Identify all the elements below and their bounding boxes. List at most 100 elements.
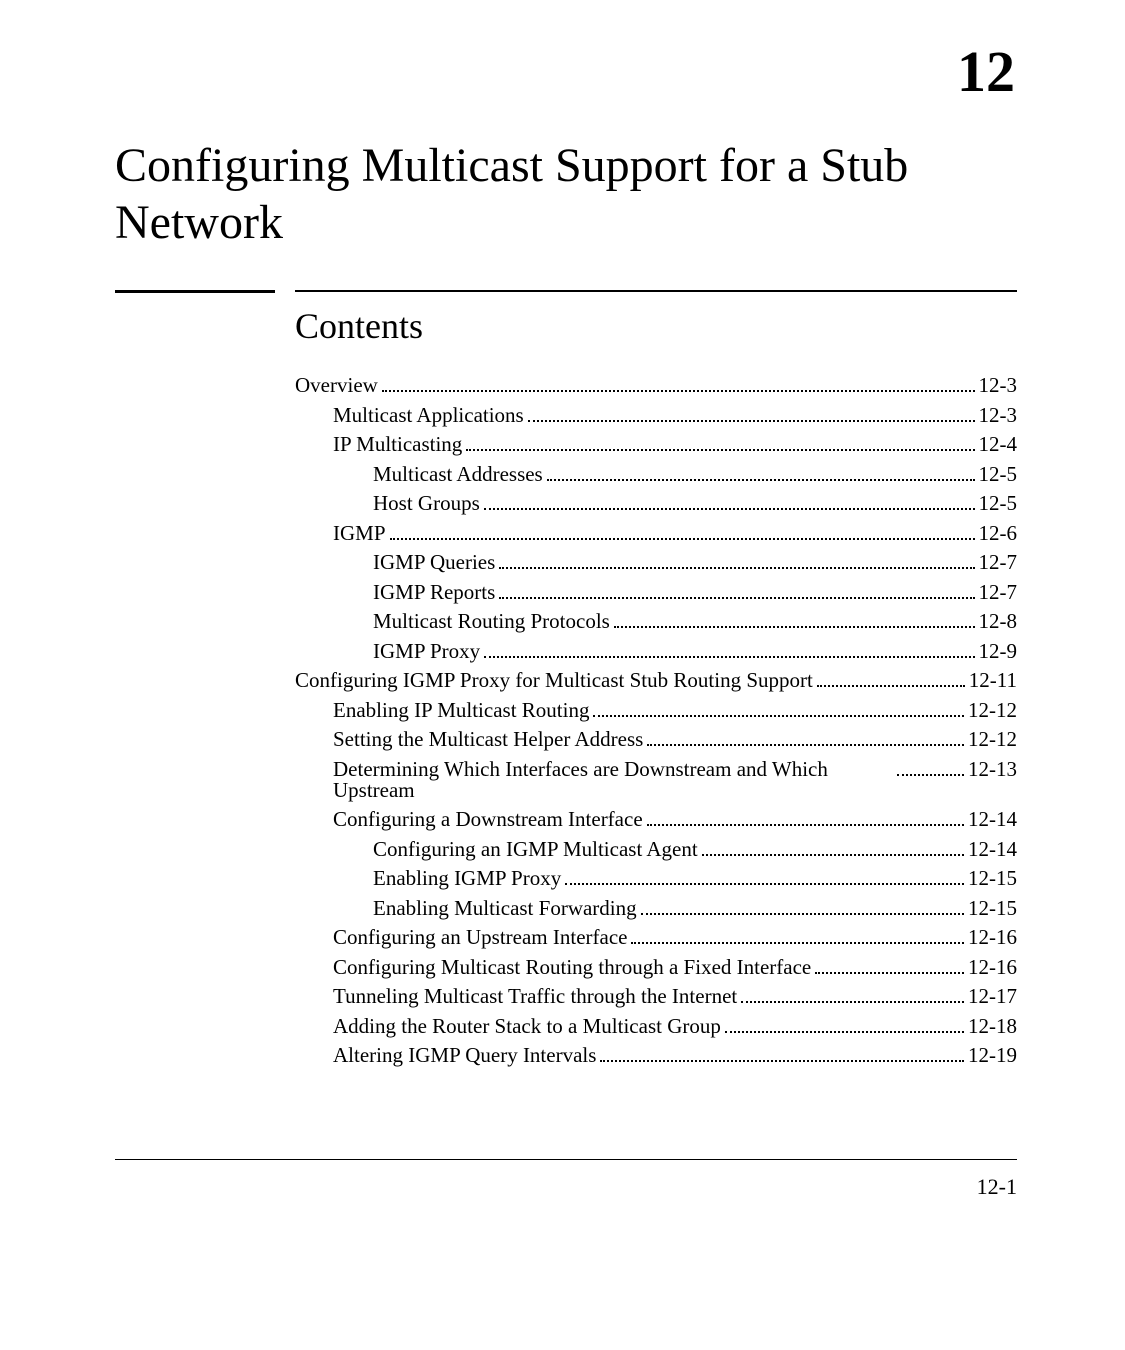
toc-leader-dots xyxy=(614,626,975,628)
toc-entry-page: 12-16 xyxy=(968,957,1017,978)
toc-entry-page: 12-17 xyxy=(968,986,1017,1007)
toc-leader-dots xyxy=(641,913,964,915)
toc-entry-label: Multicast Addresses xyxy=(373,464,543,485)
toc-entry: Enabling Multicast Forwarding 12-15 xyxy=(295,898,1017,919)
toc-entry: IGMP 12-6 xyxy=(295,523,1017,544)
chapter-title: Configuring Multicast Support for a Stub… xyxy=(115,138,1015,251)
toc-entry-label: IGMP Reports xyxy=(373,582,495,603)
toc-leader-dots xyxy=(631,942,964,944)
toc-entry: Multicast Addresses 12-5 xyxy=(295,464,1017,485)
toc-entry-label: Enabling IGMP Proxy xyxy=(373,868,561,889)
toc-entry-label: IGMP Queries xyxy=(373,552,495,573)
toc-leader-dots xyxy=(499,567,974,569)
toc-entry-label: Configuring IGMP Proxy for Multicast Stu… xyxy=(295,670,813,691)
toc-leader-dots xyxy=(897,774,964,776)
toc-entry: Configuring an IGMP Multicast Agent 12-14 xyxy=(295,839,1017,860)
toc-entry-page: 12-14 xyxy=(968,839,1017,860)
toc-entry-page: 12-11 xyxy=(969,670,1017,691)
toc-entry-page: 12-3 xyxy=(979,405,1018,426)
toc-entry-page: 12-12 xyxy=(968,729,1017,750)
footer-page-number: 12-1 xyxy=(977,1174,1017,1200)
toc-entry: Enabling IGMP Proxy 12-15 xyxy=(295,868,1017,889)
toc-entry-label: Determining Which Interfaces are Downstr… xyxy=(333,759,893,801)
toc-entry-page: 12-13 xyxy=(968,759,1017,780)
toc-leader-dots xyxy=(702,854,964,856)
toc-entry-page: 12-6 xyxy=(979,523,1018,544)
toc-entry-label: Altering IGMP Query Intervals xyxy=(333,1045,596,1066)
toc-entry: Multicast Applications 12-3 xyxy=(295,405,1017,426)
toc-leader-dots xyxy=(817,685,965,687)
toc-entry-page: 12-19 xyxy=(968,1045,1017,1066)
toc-leader-dots xyxy=(466,449,974,451)
toc-entry: Setting the Multicast Helper Address 12-1… xyxy=(295,729,1017,750)
toc-leader-dots xyxy=(390,538,975,540)
toc-entry-page: 12-18 xyxy=(968,1016,1017,1037)
toc-entry-label: Enabling Multicast Forwarding xyxy=(373,898,637,919)
toc-entry: Determining Which Interfaces are Downstr… xyxy=(295,759,1017,801)
toc-entry: IP Multicasting 12-4 xyxy=(295,434,1017,455)
toc-entry: Altering IGMP Query Intervals 12-19 xyxy=(295,1045,1017,1066)
toc-entry-label: Multicast Routing Protocols xyxy=(373,611,610,632)
toc-entry-page: 12-15 xyxy=(968,868,1017,889)
toc-entry-page: 12-8 xyxy=(979,611,1018,632)
toc-leader-dots xyxy=(382,390,975,392)
toc-entry-page: 12-9 xyxy=(979,641,1018,662)
toc-entry-page: 12-5 xyxy=(979,493,1018,514)
toc-entry: Tunneling Multicast Traffic through the … xyxy=(295,986,1017,1007)
toc-entry-label: Configuring an IGMP Multicast Agent xyxy=(373,839,698,860)
toc-entry-page: 12-4 xyxy=(979,434,1018,455)
toc-entry-label: Host Groups xyxy=(373,493,480,514)
toc-entry-label: Tunneling Multicast Traffic through the … xyxy=(333,986,737,1007)
toc-entry-label: Configuring Multicast Routing through a … xyxy=(333,957,811,978)
toc-entry: IGMP Proxy 12-9 xyxy=(295,641,1017,662)
toc-entry-label: Adding the Router Stack to a Multicast G… xyxy=(333,1016,721,1037)
toc-entry: Configuring Multicast Routing through a … xyxy=(295,957,1017,978)
toc-entry-page: 12-3 xyxy=(979,375,1018,396)
toc-entry-page: 12-15 xyxy=(968,898,1017,919)
toc-leader-dots xyxy=(484,656,974,658)
table-of-contents: Overview 12-3 Multicast Applications 12-3 IP… xyxy=(295,375,1017,1075)
toc-leader-dots xyxy=(547,479,975,481)
toc-leader-dots xyxy=(815,972,964,974)
toc-entry-label: Enabling IP Multicast Routing xyxy=(333,700,589,721)
toc-leader-dots xyxy=(741,1001,964,1003)
toc-entry-label: Setting the Multicast Helper Address xyxy=(333,729,643,750)
toc-leader-dots xyxy=(499,597,974,599)
page: 12 Configuring Multicast Support for a S… xyxy=(0,0,1125,1350)
footer-rule xyxy=(115,1159,1017,1160)
toc-leader-dots xyxy=(484,508,975,510)
toc-leader-dots xyxy=(647,744,964,746)
toc-entry: IGMP Queries 12-7 xyxy=(295,552,1017,573)
toc-leader-dots xyxy=(600,1060,964,1062)
toc-leader-dots xyxy=(725,1031,964,1033)
toc-entry: Host Groups 12-5 xyxy=(295,493,1017,514)
toc-entry-page: 12-5 xyxy=(979,464,1018,485)
toc-entry-label: Multicast Applications xyxy=(333,405,524,426)
toc-entry-label: IGMP Proxy xyxy=(373,641,480,662)
contents-heading: Contents xyxy=(295,305,423,347)
rule-short xyxy=(115,290,275,293)
toc-entry-page: 12-14 xyxy=(968,809,1017,830)
toc-entry-label: IGMP xyxy=(333,523,386,544)
toc-entry: IGMP Reports 12-7 xyxy=(295,582,1017,603)
toc-entry-label: IP Multicasting xyxy=(333,434,462,455)
toc-leader-dots xyxy=(593,715,964,717)
toc-entry-page: 12-7 xyxy=(979,582,1018,603)
toc-entry: Multicast Routing Protocols 12-8 xyxy=(295,611,1017,632)
rule-long xyxy=(295,290,1017,292)
toc-entry: Configuring a Downstream Interface12-14 xyxy=(295,809,1017,830)
chapter-number: 12 xyxy=(957,38,1015,105)
toc-entry-page: 12-7 xyxy=(979,552,1018,573)
toc-entry-label: Overview xyxy=(295,375,378,396)
toc-entry: Enabling IP Multicast Routing 12-12 xyxy=(295,700,1017,721)
toc-leader-dots xyxy=(565,883,964,885)
toc-entry-page: 12-12 xyxy=(968,700,1017,721)
toc-entry-page: 12-16 xyxy=(968,927,1017,948)
toc-leader-dots xyxy=(528,420,975,422)
toc-entry-label: Configuring an Upstream Interface xyxy=(333,927,627,948)
toc-entry: Overview 12-3 xyxy=(295,375,1017,396)
toc-entry: Adding the Router Stack to a Multicast G… xyxy=(295,1016,1017,1037)
toc-entry: Configuring an Upstream Interface 12-16 xyxy=(295,927,1017,948)
toc-entry: Configuring IGMP Proxy for Multicast Stu… xyxy=(295,670,1017,691)
toc-leader-dots xyxy=(647,824,964,826)
